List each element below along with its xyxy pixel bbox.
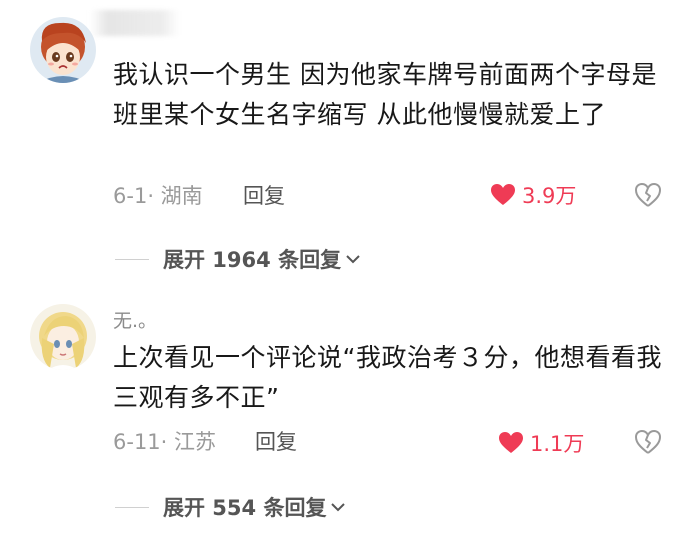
comment-meta: 6-11· 江苏 bbox=[113, 426, 216, 456]
like-button[interactable]: 1.1万 bbox=[498, 428, 584, 458]
comment-text: 上次看见一个评论说“我政治考３分，他想看看我三观有多不正” bbox=[113, 343, 662, 412]
comment-date: 6-1 bbox=[113, 184, 148, 208]
broken-heart-icon[interactable] bbox=[634, 181, 662, 209]
expand-replies-button[interactable]: 展开 1964 条回复 bbox=[115, 244, 361, 274]
divider bbox=[115, 258, 149, 260]
comment-location: 江苏 bbox=[174, 430, 217, 454]
reply-button[interactable]: 回复 bbox=[243, 180, 285, 210]
broken-heart-icon[interactable] bbox=[634, 428, 662, 456]
comment-meta: 6-1· 湖南 bbox=[113, 180, 203, 210]
comment-location: 湖南 bbox=[160, 184, 203, 208]
chevron-down-icon bbox=[346, 255, 360, 264]
like-button[interactable]: 3.9万 bbox=[490, 180, 576, 210]
heart-icon bbox=[499, 432, 523, 453]
comment-date: 6-11 bbox=[113, 430, 161, 454]
like-count: 1.1万 bbox=[530, 432, 585, 456]
meta-separator: · bbox=[160, 430, 175, 454]
avatar[interactable] bbox=[30, 17, 96, 83]
comment-2: 无.。 上次看见一个评论说“我政治考３分，他想看看我三观有多不正” 6-11· … bbox=[0, 280, 690, 543]
expand-replies-button[interactable]: 展开 554 条回复 bbox=[115, 492, 346, 522]
comment-1: 我认识一个男生 因为他家车牌号前面两个字母是班里某个女生名字缩写 从此他慢慢就爱… bbox=[0, 0, 690, 280]
meta-separator: · bbox=[147, 184, 161, 208]
chevron-down-icon bbox=[331, 503, 346, 512]
redacted-username bbox=[90, 10, 180, 36]
expand-replies-label: 展开 554 条回复 bbox=[163, 496, 327, 520]
reply-button[interactable]: 回复 bbox=[255, 426, 297, 456]
heart-icon bbox=[491, 184, 515, 205]
comment-text: 我认识一个男生 因为他家车牌号前面两个字母是班里某个女生名字缩写 从此他慢慢就爱… bbox=[113, 60, 657, 129]
expand-replies-label: 展开 1964 条回复 bbox=[163, 248, 342, 272]
avatar[interactable] bbox=[30, 304, 96, 370]
divider bbox=[115, 506, 149, 508]
username[interactable]: 无.。 bbox=[113, 306, 157, 333]
like-count: 3.9万 bbox=[522, 184, 577, 208]
